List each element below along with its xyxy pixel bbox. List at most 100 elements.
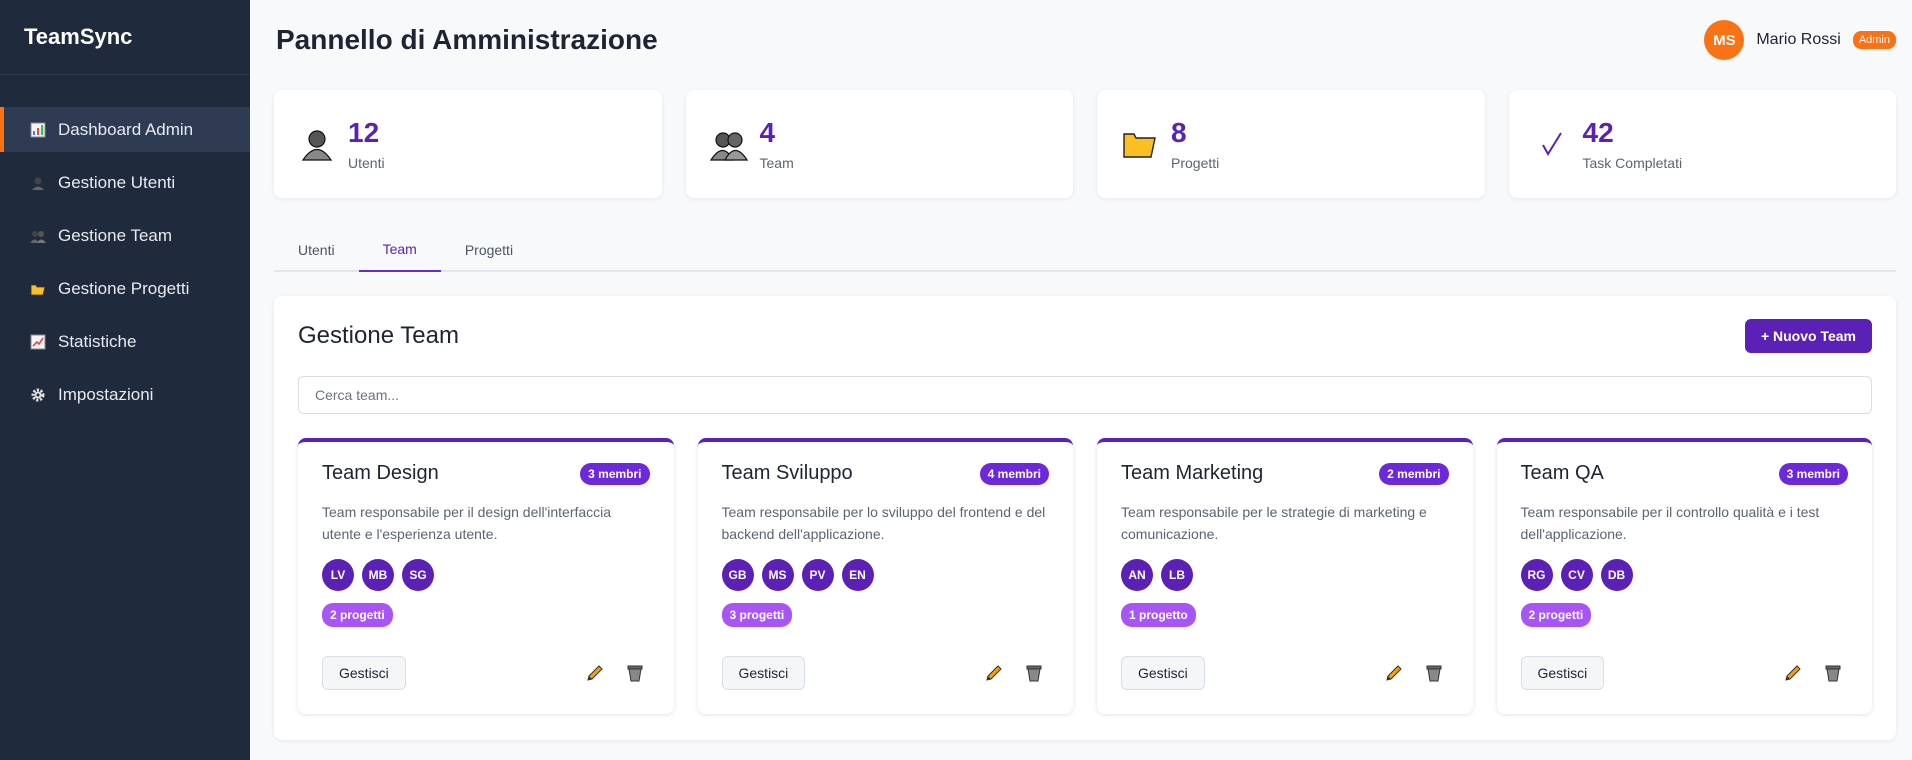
avatar[interactable]: AN — [1121, 559, 1153, 591]
avatar[interactable]: DB — [1600, 559, 1633, 591]
members-badge: 3 membri — [1778, 462, 1848, 485]
team-card: Team Sviluppo 4 membri Team responsabile… — [697, 438, 1073, 714]
member-avatars: RG CV DB — [1520, 559, 1849, 591]
avatar[interactable]: MB — [362, 559, 394, 591]
page-title: Pannello di Amministrazione — [276, 24, 658, 55]
sidebar-item-gestione-progetti[interactable]: Gestione Progetti — [0, 266, 250, 311]
stat-label: Progetti — [1171, 155, 1220, 171]
sidebar-item-label: Impostazioni — [58, 384, 154, 404]
panel-header: Gestione Team + Nuovo Team — [298, 296, 1872, 376]
team-cards: Team Design 3 membri Team responsabile p… — [298, 438, 1872, 714]
check-icon — [1533, 125, 1571, 163]
manage-button[interactable]: Gestisci — [1121, 656, 1205, 690]
team-card: Team Marketing 2 membri Team responsabil… — [1097, 438, 1473, 714]
sidebar-item-label: Dashboard Admin — [58, 119, 194, 139]
sidebar-item-impostazioni[interactable]: Impostazioni — [0, 372, 250, 417]
avatar[interactable]: PV — [801, 559, 834, 591]
tab-bar: Utenti Team Progetti — [274, 228, 1896, 272]
team-name: Team Marketing — [1121, 462, 1264, 484]
gear-icon — [28, 385, 48, 405]
avatar[interactable]: GB — [721, 559, 754, 591]
team-description: Team responsabile per il design dell'int… — [322, 504, 612, 542]
members-badge: 4 membri — [979, 462, 1049, 485]
folder-icon — [1121, 125, 1159, 163]
avatar[interactable]: MS — [761, 559, 794, 591]
users-icon — [28, 226, 48, 246]
avatar[interactable]: LB — [1161, 559, 1193, 591]
projects-badge: 2 progetti — [1520, 603, 1592, 627]
stats-row: 12 Utenti 4 Team 8 Progetti 42 Task Comp… — [274, 90, 1896, 198]
team-name: Team QA — [1520, 462, 1604, 484]
edit-icon[interactable] — [1383, 662, 1405, 684]
sidebar-item-dashboard-admin[interactable]: Dashboard Admin — [0, 107, 250, 152]
tab-utenti[interactable]: Utenti — [274, 228, 359, 272]
member-avatars: AN LB — [1121, 559, 1449, 591]
avatar[interactable]: SG — [402, 559, 434, 591]
sidebar-item-label: Statistiche — [58, 331, 137, 351]
members-badge: 2 membri — [1379, 462, 1449, 485]
delete-icon[interactable] — [1023, 662, 1045, 684]
delete-icon[interactable] — [1423, 662, 1445, 684]
stat-value: 8 — [1171, 117, 1187, 148]
team-panel: Gestione Team + Nuovo Team Team Design 3… — [274, 296, 1896, 740]
edit-icon[interactable] — [584, 662, 606, 684]
topbar: Pannello di Amministrazione MS Mario Ros… — [274, 0, 1896, 80]
main-content: Pannello di Amministrazione MS Mario Ros… — [250, 0, 1912, 760]
user-menu[interactable]: MS Mario Rossi Admin — [1704, 20, 1896, 60]
projects-badge: 3 progetti — [721, 603, 793, 627]
user-icon — [28, 173, 48, 193]
stat-label: Utenti — [348, 155, 385, 171]
sidebar-nav: Dashboard Admin Gestione Utenti Gestione… — [0, 107, 250, 417]
manage-button[interactable]: Gestisci — [721, 656, 806, 690]
sidebar-item-statistiche[interactable]: Statistiche — [0, 319, 250, 364]
stat-card-task-completati: 42 Task Completati — [1508, 90, 1896, 198]
sidebar-item-gestione-utenti[interactable]: Gestione Utenti — [0, 160, 250, 205]
avatar[interactable]: MS — [1704, 20, 1745, 60]
avatar[interactable]: EN — [841, 559, 874, 591]
search-input[interactable] — [298, 376, 1872, 414]
stat-label: Team — [759, 155, 794, 171]
team-card: Team Design 3 membri Team responsabile p… — [298, 438, 674, 714]
chart-icon — [28, 120, 48, 140]
stat-card-utenti: 12 Utenti — [274, 90, 662, 198]
sidebar-item-label: Gestione Utenti — [58, 172, 176, 192]
manage-button[interactable]: Gestisci — [322, 656, 406, 690]
stat-label: Task Completati — [1582, 155, 1683, 171]
stat-value: 42 — [1582, 117, 1614, 148]
trend-icon — [28, 332, 48, 352]
edit-icon[interactable] — [1782, 662, 1804, 684]
member-avatars: GB MS PV EN — [721, 559, 1050, 591]
avatar[interactable]: LV — [322, 559, 354, 591]
stat-value: 12 — [348, 117, 380, 148]
user-name: Mario Rossi — [1756, 31, 1841, 48]
delete-icon[interactable] — [624, 662, 646, 684]
sidebar-item-label: Gestione Progetti — [58, 278, 190, 298]
member-avatars: LV MB SG — [322, 559, 650, 591]
users-icon — [709, 125, 748, 163]
new-team-button[interactable]: + Nuovo Team — [1744, 319, 1872, 353]
sidebar: TeamSync Dashboard Admin Gestione Utenti… — [0, 0, 250, 760]
user-icon — [298, 125, 336, 163]
app-logo[interactable]: TeamSync — [0, 0, 250, 75]
stat-card-team: 4 Team — [685, 90, 1073, 198]
manage-button[interactable]: Gestisci — [1520, 656, 1605, 690]
delete-icon[interactable] — [1822, 662, 1844, 684]
role-badge: Admin — [1852, 31, 1896, 49]
team-description: Team responsabile per lo sviluppo del fr… — [721, 504, 1046, 542]
team-card: Team QA 3 membri Team responsabile per i… — [1496, 438, 1872, 714]
members-badge: 3 membri — [580, 462, 650, 485]
panel-title: Gestione Team — [298, 322, 459, 349]
team-description: Team responsabile per le strategie di ma… — [1121, 504, 1427, 542]
folder-icon — [28, 279, 48, 299]
avatar[interactable]: CV — [1560, 559, 1593, 591]
tab-progetti[interactable]: Progetti — [441, 228, 537, 272]
tab-team[interactable]: Team — [358, 228, 441, 272]
team-name: Team Sviluppo — [721, 462, 853, 484]
projects-badge: 1 progetto — [1121, 603, 1196, 627]
team-description: Team responsabile per il controllo quali… — [1520, 504, 1820, 542]
avatar[interactable]: RG — [1520, 559, 1553, 591]
sidebar-item-gestione-team[interactable]: Gestione Team — [0, 213, 250, 258]
sidebar-item-label: Gestione Team — [58, 225, 173, 245]
stat-card-progetti: 8 Progetti — [1097, 90, 1485, 198]
edit-icon[interactable] — [983, 662, 1005, 684]
